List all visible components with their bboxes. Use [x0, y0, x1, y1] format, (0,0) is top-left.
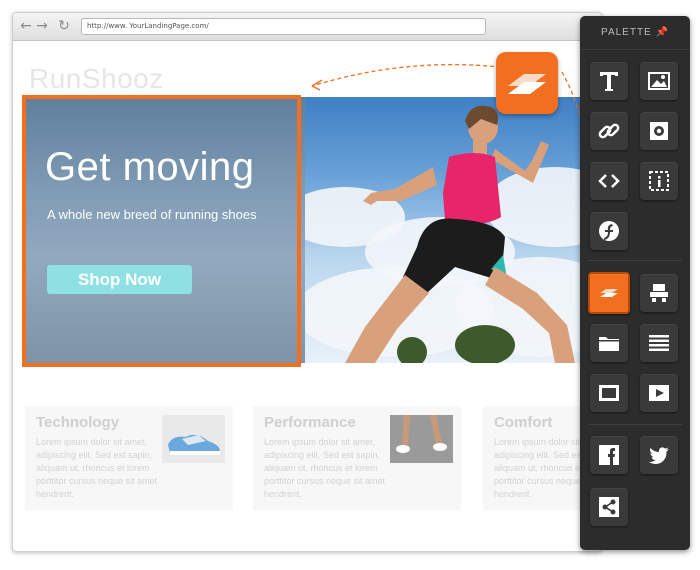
- feature-card-performance: Performance Lorem ipsum dolor sit amet, …: [253, 406, 461, 510]
- list-icon: [649, 335, 669, 351]
- runner-legs-image: [390, 415, 453, 463]
- facebook-icon: [599, 445, 619, 465]
- text-icon: [600, 72, 618, 91]
- palette-item-code[interactable]: [590, 162, 628, 200]
- layers-icon: [508, 74, 546, 94]
- palette-item-text[interactable]: [590, 62, 628, 100]
- dragged-layers-tile[interactable]: [496, 52, 558, 114]
- flash-icon: [599, 221, 619, 241]
- feature-title: Performance: [264, 414, 356, 431]
- shoe-image: [162, 415, 225, 463]
- palette-item-share[interactable]: [590, 488, 628, 526]
- pin-icon[interactable]: 📌: [656, 27, 669, 38]
- palette-item-twitter[interactable]: [640, 436, 678, 474]
- selection-frame: [22, 95, 301, 367]
- address-bar[interactable]: http://www. YourLandingPage.com/: [81, 18, 486, 35]
- link-icon: [598, 123, 620, 139]
- palette-item-layers[interactable]: [588, 272, 630, 314]
- feature-title: Comfort: [494, 414, 553, 431]
- code-icon: [598, 174, 620, 188]
- feature-text: Lorem ipsum dolor sit amet, adipiscing e…: [36, 437, 158, 499]
- palette-item-form[interactable]: [640, 274, 678, 312]
- video-play-icon: [649, 385, 669, 401]
- back-arrow-icon[interactable]: ←: [19, 19, 33, 33]
- runner-image: [345, 105, 575, 363]
- palette-item-settings[interactable]: [640, 112, 678, 150]
- palette-item-video[interactable]: [640, 374, 678, 412]
- browser-toolbar: ← → ↻ http://www. YourLandingPage.com/: [13, 13, 601, 41]
- layers-icon: [600, 289, 618, 297]
- window-icon: [599, 385, 619, 401]
- palette-item-facebook[interactable]: [590, 436, 628, 474]
- reload-icon[interactable]: ↻: [57, 19, 71, 33]
- palette-title: PALETTE: [601, 27, 652, 38]
- form-icon: [650, 284, 668, 302]
- element-palette: PALETTE 📌: [580, 16, 690, 550]
- info-icon: [649, 171, 669, 191]
- folder-icon: [599, 337, 619, 351]
- feature-title: Technology: [36, 414, 120, 431]
- palette-item-link[interactable]: [590, 112, 628, 150]
- palette-item-folder[interactable]: [590, 324, 628, 362]
- feature-text: Lorem ipsum dolor sit amet, adipiscing e…: [264, 437, 386, 499]
- palette-header: PALETTE 📌: [580, 16, 690, 50]
- image-icon: [648, 72, 670, 90]
- palette-item-info-box[interactable]: [640, 162, 678, 200]
- gear-icon: [650, 122, 668, 140]
- feature-card-technology: Technology Lorem ipsum dolor sit amet, a…: [25, 406, 233, 510]
- palette-item-image[interactable]: [640, 62, 678, 100]
- palette-item-list[interactable]: [640, 324, 678, 362]
- hero-photo: [305, 97, 601, 363]
- site-logo: RunShooz: [29, 63, 164, 94]
- palette-item-window[interactable]: [590, 374, 628, 412]
- twitter-icon: [649, 447, 669, 464]
- palette-item-flash[interactable]: [590, 212, 628, 250]
- forward-arrow-icon[interactable]: →: [35, 19, 49, 33]
- share-icon: [599, 497, 619, 517]
